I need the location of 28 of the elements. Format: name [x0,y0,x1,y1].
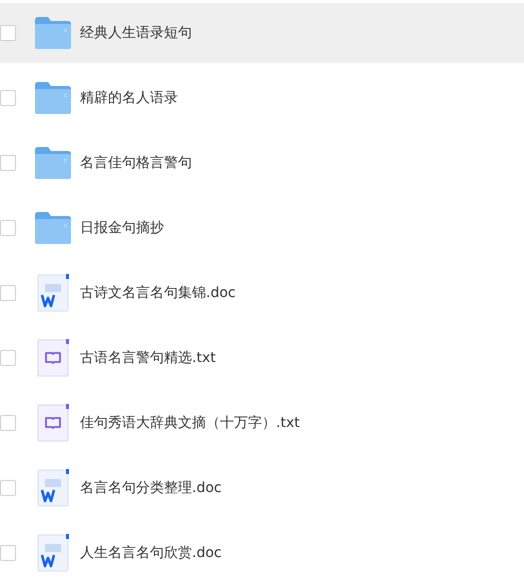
checkbox[interactable] [0,220,16,236]
checkbox[interactable] [0,545,16,561]
file-name[interactable]: 名言佳句格言警句 [80,152,192,174]
folder-icon [35,82,71,114]
checkbox[interactable] [0,155,16,171]
checkbox[interactable] [0,415,16,431]
word-document-icon [37,469,69,507]
book-document-icon [37,404,69,442]
file-name[interactable]: 经典人生语录短句 [80,22,192,44]
word-document-icon [37,274,69,312]
folder-icon [35,17,71,49]
file-name[interactable]: 古诗文名言名句集锦.doc [80,282,236,304]
file-name[interactable]: 名言名句分类整理.doc [80,478,222,498]
file-name[interactable]: 佳句秀语大辞典文摘（十万字）.txt [80,412,300,434]
book-document-icon [37,339,69,377]
file-name[interactable]: 古语名言警句精选.txt [80,348,216,368]
file-row[interactable]: 经典人生语录短句 [0,3,524,63]
checkbox[interactable] [0,480,16,496]
word-document-icon [37,534,69,572]
file-name[interactable]: 日报金句摘抄 [80,218,164,238]
checkbox[interactable] [0,90,16,106]
folder-icon [35,147,71,179]
file-name[interactable]: 精辟的名人语录 [80,88,178,108]
checkbox[interactable] [0,25,16,41]
checkbox[interactable] [0,350,16,366]
checkbox[interactable] [0,285,16,301]
file-name[interactable]: 人生名言名句欣赏.doc [80,542,222,564]
folder-icon [35,212,71,244]
